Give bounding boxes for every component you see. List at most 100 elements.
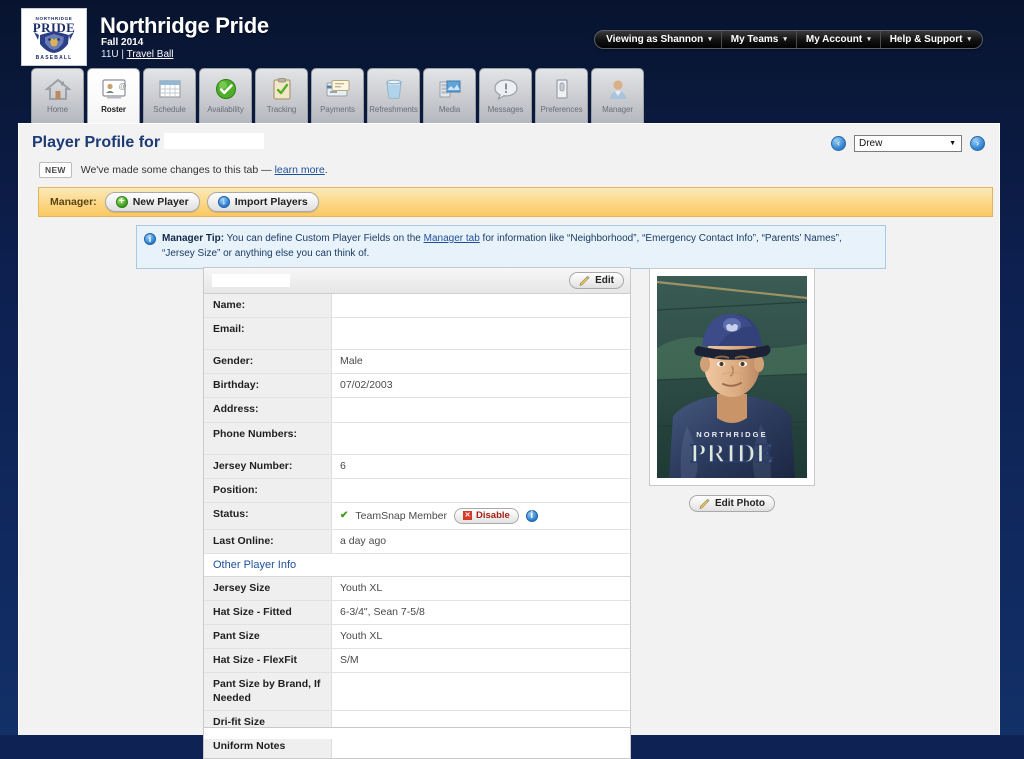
team-logo: NORTHRIDGE PRIDE BASEBALL: [21, 8, 87, 66]
tab-tracking[interactable]: Tracking: [255, 68, 308, 123]
chevron-down-icon: ▾: [967, 36, 971, 43]
tab-refreshments[interactable]: Refreshments: [367, 68, 420, 123]
new-feature-text: We've made some changes to this tab — le…: [81, 164, 328, 176]
player-select[interactable]: Drew ▼: [854, 135, 962, 152]
tab-payments-label: Payments: [320, 105, 355, 114]
learn-more-link[interactable]: learn more: [275, 164, 325, 176]
row-key: Name:: [204, 294, 332, 317]
table-row: Gender: Male: [204, 350, 630, 374]
chevron-down-icon: ▾: [867, 36, 871, 43]
disable-button[interactable]: ✕ Disable: [454, 508, 519, 524]
row-key: Status:: [204, 503, 332, 529]
photo-frame: NORTHRIDGE PRIDE: [649, 268, 815, 486]
new-badge: NEW: [39, 162, 72, 178]
tab-media[interactable]: Media: [423, 68, 476, 123]
page-title: Player Profile for: [32, 133, 264, 152]
row-key: Last Online:: [204, 530, 332, 553]
info-icon: i: [144, 233, 156, 245]
tab-media-label: Media: [439, 105, 460, 114]
table-row: Address:: [204, 398, 630, 422]
tab-availability[interactable]: Availability: [199, 68, 252, 123]
row-key: Email:: [204, 318, 332, 349]
page-title-text: Player Profile for: [32, 134, 160, 151]
tab-preferences[interactable]: Preferences: [535, 68, 588, 123]
status-label: TeamSnap Member: [355, 510, 447, 522]
previous-player-icon[interactable]: ‹: [831, 136, 846, 151]
table-row: Phone Numbers:: [204, 423, 630, 455]
row-value: Youth XL: [332, 625, 630, 648]
tab-roster[interactable]: @ Roster: [87, 68, 140, 123]
new-feature-text-after: .: [325, 164, 328, 176]
tab-home-label: Home: [47, 105, 68, 114]
row-key: Hat Size - Fitted: [204, 601, 332, 624]
tab-preferences-label: Preferences: [540, 105, 582, 114]
new-feature-text-before: We've made some changes to this tab —: [81, 164, 275, 176]
svg-text:BASEBALL: BASEBALL: [36, 55, 73, 61]
tab-schedule[interactable]: Schedule: [143, 68, 196, 123]
my-teams-menu[interactable]: My Teams ▾: [722, 31, 797, 48]
new-player-button-label: New Player: [133, 196, 189, 208]
pencil-icon: [579, 275, 590, 286]
tab-payments[interactable]: Payments: [311, 68, 364, 123]
next-player-icon[interactable]: ›: [970, 136, 985, 151]
player-profile-table: Edit Name: Email: Gender: Male Birthday:…: [203, 267, 631, 759]
team-season: Fall 2014: [101, 37, 143, 48]
site-header: NORTHRIDGE PRIDE BASEBALL Northridge Pri…: [0, 0, 1024, 68]
edit-photo-row: Edit Photo: [649, 495, 815, 512]
clipboard-check-icon: [269, 75, 295, 103]
person-silhouette-icon: [605, 75, 631, 103]
svg-text:PRIDE: PRIDE: [690, 439, 773, 468]
player-navigation: ‹ Drew ▼ ›: [831, 135, 985, 152]
tab-roster-label: Roster: [101, 105, 126, 114]
tab-manager-label: Manager: [602, 105, 633, 114]
info-icon[interactable]: i: [526, 510, 538, 522]
table-row: Last Online: a day ago: [204, 530, 630, 554]
manager-tab-link[interactable]: Manager tab: [424, 233, 480, 244]
tab-home[interactable]: Home: [31, 68, 84, 123]
chevron-down-icon: ▾: [708, 36, 712, 43]
edit-button[interactable]: Edit: [569, 272, 624, 289]
row-value: [332, 294, 630, 317]
row-value: 6-3/4", Sean 7-5/8: [332, 601, 630, 624]
table-row: Hat Size - FlexFit S/M: [204, 649, 630, 673]
player-select-value: Drew: [859, 138, 882, 149]
row-value: 6: [332, 455, 630, 478]
help-support-menu[interactable]: Help & Support ▾: [881, 31, 980, 48]
tab-messages[interactable]: Messages: [479, 68, 532, 123]
table-row: Jersey Number: 6: [204, 455, 630, 479]
tab-messages-label: Messages: [488, 105, 524, 114]
edit-photo-button[interactable]: Edit Photo: [689, 495, 775, 512]
close-icon: ✕: [463, 511, 472, 520]
row-value: [332, 479, 630, 502]
table-row: Hat Size - Fitted 6-3/4", Sean 7-5/8: [204, 601, 630, 625]
manager-label: Manager:: [50, 196, 97, 208]
calendar-icon: [157, 75, 183, 103]
my-account-menu[interactable]: My Account ▾: [797, 31, 881, 48]
new-feature-notice: NEW We've made some changes to this tab …: [39, 162, 328, 178]
main-tab-bar: Home @ Roster Schedule: [31, 68, 647, 123]
tab-availability-label: Availability: [207, 105, 243, 114]
edit-button-label: Edit: [595, 275, 614, 286]
viewing-as-menu[interactable]: Viewing as Shannon ▾: [597, 31, 722, 48]
help-support-label: Help & Support: [890, 34, 963, 45]
svg-text:@: @: [118, 82, 126, 91]
row-key: Jersey Size: [204, 577, 332, 600]
tab-manager[interactable]: Manager: [591, 68, 644, 123]
player-photo-panel: NORTHRIDGE PRIDE: [649, 268, 815, 512]
speech-bubble-alert-icon: [493, 75, 519, 103]
toggle-switch-icon: [549, 75, 575, 103]
chevron-down-icon: ▼: [949, 140, 956, 147]
row-key: Address:: [204, 398, 332, 421]
new-player-button[interactable]: + New Player: [105, 192, 200, 212]
import-players-button[interactable]: ↓ Import Players: [207, 192, 319, 212]
league-link[interactable]: Travel Ball: [127, 49, 174, 60]
roster-card-icon: @: [101, 75, 127, 103]
check-icon: ✔: [340, 510, 348, 521]
table-row: Birthday: 07/02/2003: [204, 374, 630, 398]
row-key: Phone Numbers:: [204, 423, 332, 454]
table-row: Position:: [204, 479, 630, 503]
row-value: Youth XL: [332, 577, 630, 600]
manager-tip-label: Manager Tip:: [162, 233, 224, 244]
table-row: Email:: [204, 318, 630, 350]
credit-card-icon: [325, 75, 351, 103]
